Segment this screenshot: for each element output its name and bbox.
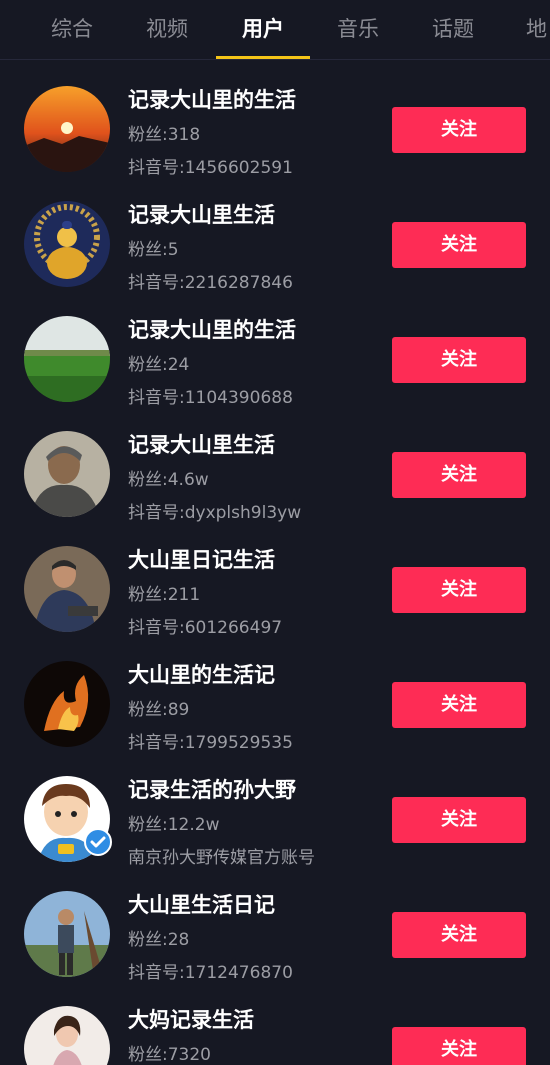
fan-count: 粉丝:24 — [128, 355, 190, 375]
avatar[interactable] — [24, 891, 110, 977]
tab-comprehensive[interactable]: 综合 — [24, 0, 120, 60]
list-item[interactable]: 大山里日记生活 粉丝:211 抖音号:601266497 关注 — [0, 520, 550, 638]
elder-man-avatar-image — [24, 431, 110, 517]
avatar[interactable] — [24, 316, 110, 402]
fan-count: 粉丝:4.6w — [128, 470, 209, 490]
follow-button[interactable]: 关注 — [392, 1027, 526, 1065]
villager-avatar-image — [24, 546, 110, 632]
list-item[interactable]: 大山里的生活记 粉丝:89 抖音号:1799529535 关注 — [0, 635, 550, 753]
list-item[interactable]: 大山里生活日记 粉丝:28 抖音号:1712476870 关注 — [0, 865, 550, 983]
follow-button[interactable]: 关注 — [392, 222, 526, 268]
user-name: 大山里的生活记 — [128, 663, 275, 687]
fan-count: 粉丝:5 — [128, 240, 179, 260]
search-tabs: 综合 视频 用户 音乐 话题 地 — [0, 0, 550, 60]
fire-avatar-image — [24, 661, 110, 747]
user-name: 记录大山里生活 — [128, 203, 275, 227]
fan-count: 粉丝:211 — [128, 585, 201, 605]
avatar[interactable] — [24, 1006, 110, 1065]
list-item[interactable]: 记录大山里生活 粉丝:4.6w 抖音号:dyxplsh9l3yw 关注 — [0, 405, 550, 523]
user-name: 大山里生活日记 — [128, 893, 275, 917]
fan-count: 粉丝:12.2w — [128, 815, 220, 835]
woman-avatar-image — [24, 1006, 110, 1065]
follow-button[interactable]: 关注 — [392, 107, 526, 153]
user-name: 大妈记录生活 — [128, 1008, 254, 1032]
tab-topics[interactable]: 话题 — [405, 0, 501, 60]
verified-badge-icon — [84, 828, 112, 856]
tab-video[interactable]: 视频 — [119, 0, 215, 60]
hiker-avatar-image — [24, 891, 110, 977]
fan-count: 粉丝:28 — [128, 930, 190, 950]
user-name: 记录生活的孙大野 — [128, 778, 296, 802]
list-item[interactable]: 记录生活的孙大野 粉丝:12.2w 南京孙大野传媒官方账号 关注 — [0, 750, 550, 868]
follow-button[interactable]: 关注 — [392, 797, 526, 843]
avatar[interactable] — [24, 201, 110, 287]
avatar[interactable] — [24, 546, 110, 632]
avatar[interactable] — [24, 86, 110, 172]
fan-count: 粉丝:89 — [128, 700, 190, 720]
list-item[interactable]: 记录大山里生活 粉丝:5 抖音号:2216287846 关注 — [0, 175, 550, 293]
avatar[interactable] — [24, 431, 110, 517]
fan-count: 粉丝:7320 — [128, 1045, 211, 1065]
user-name: 记录大山里生活 — [128, 433, 275, 457]
user-name: 记录大山里的生活 — [128, 88, 296, 112]
list-item[interactable]: 记录大山里的生活 粉丝:24 抖音号:1104390688 关注 — [0, 290, 550, 408]
tab-location[interactable]: 地 — [490, 0, 550, 60]
follow-button[interactable]: 关注 — [392, 337, 526, 383]
follow-button[interactable]: 关注 — [392, 452, 526, 498]
sunset-avatar-image — [24, 86, 110, 172]
follow-button[interactable]: 关注 — [392, 912, 526, 958]
tab-users[interactable]: 用户 — [215, 0, 311, 60]
list-item[interactable]: 大妈记录生活 粉丝:7320 关注 — [0, 980, 550, 1065]
tab-music[interactable]: 音乐 — [310, 0, 406, 60]
follow-button[interactable]: 关注 — [392, 682, 526, 728]
avatar[interactable] — [24, 661, 110, 747]
user-name: 记录大山里的生活 — [128, 318, 296, 342]
buddha-avatar-image — [24, 201, 110, 287]
active-tab-indicator — [216, 56, 310, 59]
fan-count: 粉丝:318 — [128, 125, 201, 145]
follow-button[interactable]: 关注 — [392, 567, 526, 613]
list-item[interactable]: 记录大山里的生活 粉丝:318 抖音号:1456602591 关注 — [0, 60, 550, 178]
grassland-avatar-image — [24, 316, 110, 402]
user-name: 大山里日记生活 — [128, 548, 275, 572]
